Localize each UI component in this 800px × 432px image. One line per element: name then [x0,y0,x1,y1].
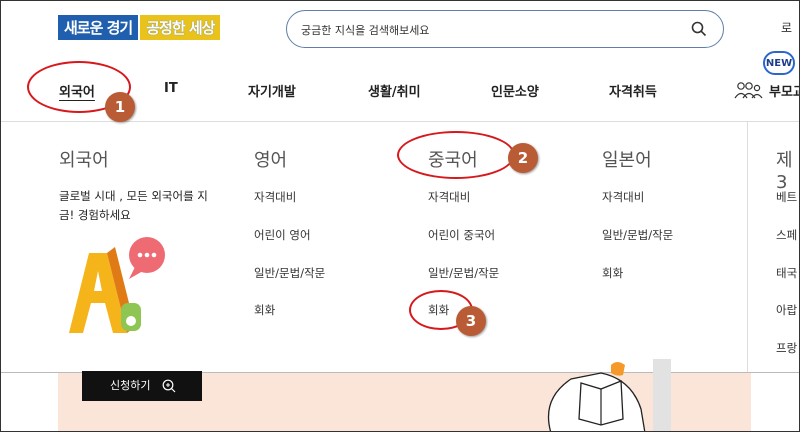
nav-item-self-development[interactable]: 자기개발 [248,81,296,100]
reader-illustration [547,359,671,431]
menu-link-english-conversation[interactable]: 회화 [254,302,275,318]
annotation-circle-2 [397,131,515,179]
header-login-link[interactable]: 로 [781,19,792,36]
menu-link-third-2[interactable]: 스페 [776,227,797,243]
menu-link-third-3[interactable]: 태국 [776,265,797,281]
menu-link-japanese-cert[interactable]: 자격대비 [602,189,644,205]
language-illustration [69,237,165,333]
menu-col-title-english: 영어 [254,150,288,171]
logo-text-2: 공정한 세상 [140,14,221,40]
annotation-marker-1: 1 [105,92,135,122]
menu-col-title-japanese: 일본어 [602,150,652,171]
menu-link-third-4[interactable]: 아랍 [776,302,797,318]
apply-button[interactable]: 신청하기 [82,371,202,401]
search-input[interactable]: 궁금한 지식을 검색해보세요 [301,22,429,38]
menu-link-japanese-conversation[interactable]: 회화 [602,265,623,281]
menu-link-english-grammar[interactable]: 일반/문법/작문 [254,265,325,281]
new-badge: NEW [763,51,795,75]
parents-icon [734,82,763,99]
page-frame: 새로운 경기 공정한 세상 궁금한 지식을 검색해보세요 로 외국어 IT 자기… [0,0,800,432]
menu-link-chinese-grammar[interactable]: 일반/문법/작문 [428,265,499,281]
menu-link-english-cert[interactable]: 자격대비 [254,189,296,205]
menu-link-chinese-cert[interactable]: 자격대비 [428,189,470,205]
site-logo[interactable]: 새로운 경기 공정한 세상 [58,14,221,40]
banner-right-area [751,373,799,431]
apply-button-label: 신청하기 [110,379,151,392]
menu-col-title-third: 제3 [776,150,793,193]
menu-link-japanese-grammar[interactable]: 일반/문법/작문 [602,227,673,243]
nav-item-parent-education[interactable]: 부모교 [769,81,799,100]
annotation-marker-3: 3 [456,306,486,336]
nav-item-certification[interactable]: 자격취득 [609,81,657,100]
menu-link-chinese-kids[interactable]: 어린이 중국어 [428,227,495,243]
menu-link-third-5[interactable]: 프랑 [776,340,797,356]
search-box[interactable]: 궁금한 지식을 검색해보세요 [286,10,724,48]
logo-text-1: 새로운 경기 [58,14,139,40]
annotation-marker-2: 2 [508,143,538,173]
search-icon[interactable] [691,21,707,37]
menu-link-third-1[interactable]: 베트 [776,189,797,205]
zoom-plus-icon [162,379,176,393]
nav-item-it[interactable]: IT [164,81,178,96]
menu-link-english-kids[interactable]: 어린이 영어 [254,227,311,243]
menu-description: 글로벌 시대 , 모든 외국어를 지금! 경험하세요 [59,189,208,222]
menu-col-title-foreign: 외국어 [59,150,109,171]
nav-item-humanities[interactable]: 인문소양 [491,81,539,100]
nav-item-life-hobby[interactable]: 생활/취미 [368,81,421,100]
menu-divider [747,121,748,391]
